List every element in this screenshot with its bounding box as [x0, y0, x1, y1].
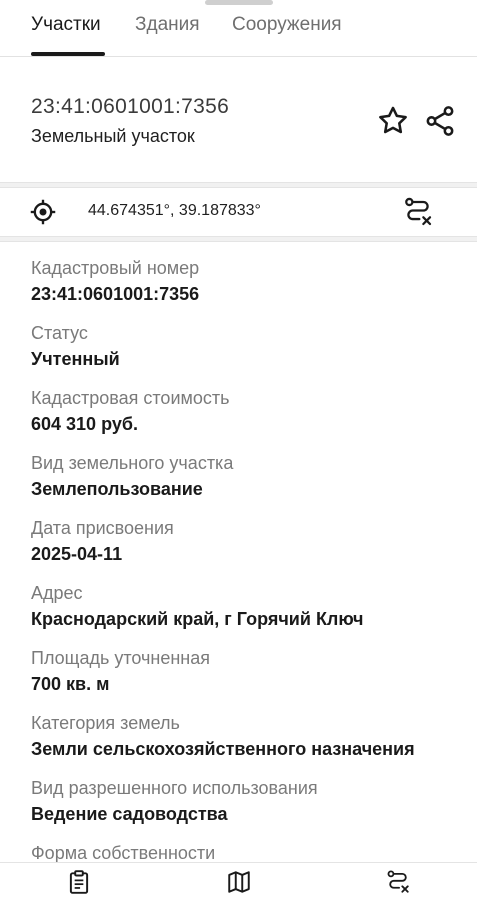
field-label: Вид разрешенного использования	[31, 778, 318, 798]
field-value: 604 310 руб.	[31, 414, 138, 434]
field-label: Категория земель	[31, 713, 180, 733]
field-label: Дата присвоения	[31, 518, 174, 538]
field-address: Адрес Краснодарский край, г Горячий Ключ	[31, 582, 461, 630]
route-clear-button[interactable]	[402, 196, 434, 228]
field-permitted-use: Вид разрешенного использования Ведение с…	[31, 777, 461, 825]
field-label: Адрес	[31, 583, 83, 603]
details-list: Кадастровый номер 23:41:0601001:7356 Ста…	[0, 243, 477, 863]
field-label: Площадь уточненная	[31, 648, 210, 668]
clipboard-icon	[69, 870, 89, 894]
field-value: Краснодарский край, г Горячий Ключ	[31, 609, 364, 629]
field-value: Ведение садоводства	[31, 804, 228, 824]
locate-button[interactable]	[29, 198, 57, 226]
crosshair-icon	[30, 199, 56, 225]
route-clear-icon	[405, 197, 432, 226]
field-label: Статус	[31, 323, 88, 343]
field-assignment-date: Дата присвоения 2025-04-11	[31, 517, 461, 565]
field-land-plot-type: Вид земельного участка Землепользование	[31, 452, 461, 500]
field-label: Кадастровый номер	[31, 258, 200, 278]
section-divider	[0, 236, 477, 242]
tab-structures[interactable]: Сооружения	[232, 14, 342, 36]
map-tab-button[interactable]	[226, 869, 252, 895]
field-land-category: Категория земель Земли сельскохозяйствен…	[31, 712, 461, 760]
tab-plots[interactable]: Участки	[31, 14, 101, 36]
coordinates-row: 44.674351°, 39.187833°	[0, 188, 477, 236]
bottom-navigation	[0, 862, 477, 900]
tab-bar: Участки Здания Сооружения	[0, 0, 477, 57]
field-label: Форма собственности	[31, 843, 216, 863]
field-value: 2025-04-11	[31, 544, 123, 564]
share-icon	[426, 106, 454, 136]
coordinates-text[interactable]: 44.674351°, 39.187833°	[88, 202, 261, 220]
field-label: Вид земельного участка	[31, 453, 234, 473]
share-button[interactable]	[423, 104, 457, 138]
route-icon	[387, 870, 409, 893]
cadastral-number-title: 23:41:0601001:7356	[31, 95, 230, 118]
field-cadastral-number: Кадастровый номер 23:41:0601001:7356	[31, 257, 461, 305]
object-type-subtitle: Земельный участок	[31, 126, 195, 146]
field-label: Кадастровая стоимость	[31, 388, 230, 408]
field-status: Статус Учтенный	[31, 322, 461, 370]
favorite-button[interactable]	[376, 104, 410, 138]
info-tab-button[interactable]	[66, 869, 92, 895]
object-header: 23:41:0601001:7356 Земельный участок	[0, 57, 477, 182]
field-value: 23:41:0601001:7356	[31, 284, 200, 304]
field-area: Площадь уточненная 700 кв. м	[31, 647, 461, 695]
field-value: 700 кв. м	[31, 674, 110, 694]
map-icon	[228, 871, 250, 893]
field-value: Землепользование	[31, 479, 203, 499]
field-value: Учтенный	[31, 349, 120, 369]
star-icon	[379, 106, 407, 134]
field-ownership-form: Форма собственности	[31, 842, 461, 863]
active-tab-indicator	[31, 52, 105, 56]
field-cadastral-value: Кадастровая стоимость 604 310 руб.	[31, 387, 461, 435]
field-value: Земли сельскохозяйственного назначения	[31, 739, 415, 759]
tab-buildings[interactable]: Здания	[135, 14, 200, 36]
route-tab-button[interactable]	[385, 869, 411, 895]
